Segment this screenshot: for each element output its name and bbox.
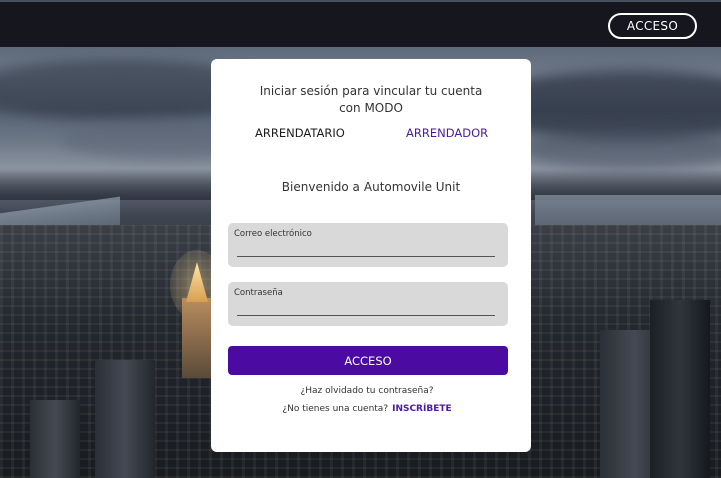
password-field[interactable]: Contraseña (228, 282, 508, 326)
cloud-shape (520, 130, 721, 170)
email-field[interactable]: Correo electrónico (228, 223, 508, 267)
building-shape (650, 300, 710, 478)
top-nav-bar: ACCESO (0, 2, 721, 47)
signup-row: ¿No tienes una cuenta? INSCRÍBETE (251, 404, 483, 414)
password-input[interactable] (237, 299, 495, 316)
landmark-tower (182, 298, 212, 378)
tab-landlord[interactable]: ARRENDADOR (406, 126, 488, 140)
forgot-password-link[interactable]: ¿Haz olvidado tu contraseña? (251, 386, 483, 396)
password-label: Contraseña (234, 288, 283, 298)
email-input[interactable] (237, 240, 495, 257)
email-label: Correo electrónico (234, 229, 312, 239)
login-title: Iniciar sesión para vincular tu cuenta c… (259, 84, 483, 115)
login-card: Iniciar sesión para vincular tu cuenta c… (211, 59, 531, 452)
signup-prompt: ¿No tienes una cuenta? (282, 404, 389, 414)
welcome-prefix: Bienvenido a (281, 180, 360, 194)
login-submit-button[interactable]: ACCESO (228, 346, 508, 375)
signup-link[interactable]: INSCRÍBETE (392, 404, 452, 414)
building-shape (30, 400, 80, 478)
nav-access-button[interactable]: ACCESO (608, 13, 697, 39)
brand-name: Automovile Unit (363, 180, 461, 194)
building-shape (95, 360, 155, 478)
tab-tenant[interactable]: ARRENDATARIO (255, 126, 345, 140)
welcome-message: Bienvenido a Automovile Unit (251, 180, 491, 194)
